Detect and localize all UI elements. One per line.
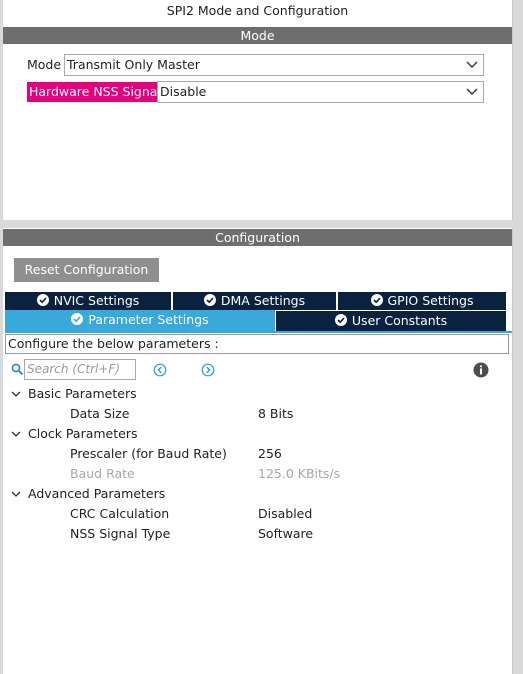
param-row[interactable]: CRC Calculation Disabled xyxy=(3,504,508,524)
hardware-nss-select[interactable]: Disable xyxy=(157,81,484,103)
chevron-down-icon[interactable] xyxy=(11,429,21,439)
check-circle-icon xyxy=(71,313,84,325)
param-value: 8 Bits xyxy=(258,406,294,421)
tab-nvic-settings[interactable]: NVIC Settings xyxy=(5,292,171,310)
tree-group-label: Clock Parameters xyxy=(28,426,138,441)
tab-user-constants[interactable]: User Constants xyxy=(276,311,506,331)
mode-panel: SPI2 Mode and Configuration Mode Mode Tr… xyxy=(3,0,513,220)
param-value: 125.0 KBits/s xyxy=(258,466,341,481)
search-input[interactable]: Search (Ctrl+F) xyxy=(24,359,136,380)
tree-group-basic-parameters[interactable]: Basic Parameters xyxy=(3,384,508,404)
tab-user-constants-label: User Constants xyxy=(351,313,448,328)
param-name: Baud Rate xyxy=(70,466,135,481)
tree-group-advanced-parameters[interactable]: Advanced Parameters xyxy=(3,484,508,504)
param-row[interactable]: Data Size 8 Bits xyxy=(3,404,508,424)
reset-configuration-button[interactable]: Reset Configuration xyxy=(14,258,159,282)
tabs-underline xyxy=(5,331,512,333)
param-name: Data Size xyxy=(70,406,130,421)
param-name: NSS Signal Type xyxy=(70,526,171,541)
search-icon xyxy=(11,363,24,376)
tab-gpio-settings[interactable]: GPIO Settings xyxy=(338,292,506,310)
mode-label: Mode xyxy=(27,57,62,72)
mode-select[interactable]: Transmit Only Master xyxy=(64,54,484,76)
param-row: Baud Rate 125.0 KBits/s xyxy=(3,464,508,484)
tab-dma-settings[interactable]: DMA Settings xyxy=(173,292,336,310)
check-circle-icon xyxy=(36,294,49,306)
tab-dma-settings-label: DMA Settings xyxy=(220,293,306,308)
description-box: Configure the below parameters : xyxy=(5,334,509,354)
check-circle-icon xyxy=(203,294,216,306)
info-icon[interactable] xyxy=(473,362,489,378)
configuration-section-header: Configuration xyxy=(3,229,512,246)
chevron-down-icon xyxy=(466,88,478,95)
param-name: Prescaler (for Baud Rate) xyxy=(70,446,227,461)
configuration-panel: Configuration Reset Configuration NVIC S… xyxy=(3,228,513,674)
check-circle-icon xyxy=(334,314,347,326)
chevron-down-icon xyxy=(466,61,478,68)
tree-group-label: Basic Parameters xyxy=(28,386,137,401)
param-value: 256 xyxy=(258,446,282,461)
tab-parameter-settings[interactable]: Parameter Settings xyxy=(5,310,275,332)
param-row[interactable]: Prescaler (for Baud Rate) 256 xyxy=(3,444,508,464)
tab-gpio-settings-label: GPIO Settings xyxy=(387,293,474,308)
hardware-nss-label: Hardware NSS Signal xyxy=(27,82,163,102)
mode-select-value: Transmit Only Master xyxy=(67,57,200,72)
param-name: CRC Calculation xyxy=(70,506,170,521)
param-value: Software xyxy=(258,526,314,541)
tree-group-clock-parameters[interactable]: Clock Parameters xyxy=(3,424,508,444)
tab-parameter-settings-label: Parameter Settings xyxy=(88,312,209,327)
check-circle-icon xyxy=(370,294,383,306)
circle-chevron-left-icon[interactable] xyxy=(153,363,167,377)
chevron-down-icon[interactable] xyxy=(11,389,21,399)
chevron-down-icon[interactable] xyxy=(11,489,21,499)
hardware-nss-select-value: Disable xyxy=(160,84,207,99)
param-row[interactable]: NSS Signal Type Software xyxy=(3,524,508,544)
mode-section-header: Mode xyxy=(3,27,512,44)
circle-chevron-right-icon[interactable] xyxy=(201,363,215,377)
param-value: Disabled xyxy=(258,506,313,521)
window-title: SPI2 Mode and Configuration xyxy=(166,3,349,18)
tab-nvic-settings-label: NVIC Settings xyxy=(53,293,140,308)
tree-group-label: Advanced Parameters xyxy=(28,486,166,501)
